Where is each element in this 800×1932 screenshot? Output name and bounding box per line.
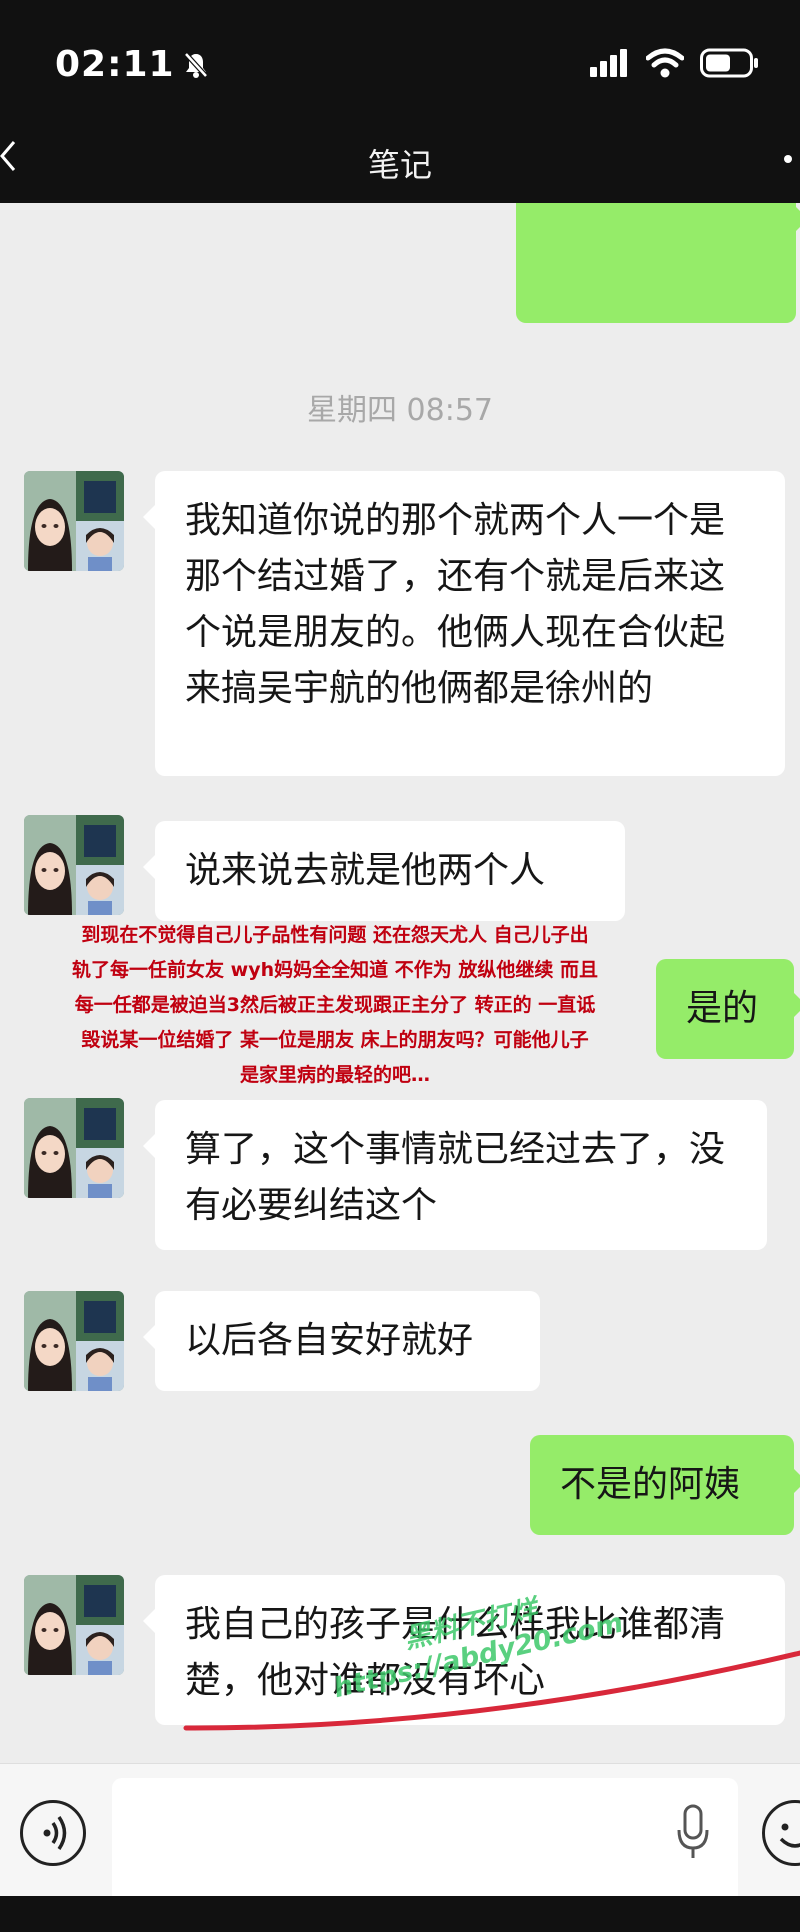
top-bar: 02:11 笔记 — [0, 0, 800, 203]
voice-icon[interactable] — [20, 1800, 86, 1866]
message-bubble[interactable]: 不是的阿姨 — [530, 1435, 800, 1535]
message-bubble[interactable]: 是的 — [656, 959, 800, 1059]
wifi-icon — [645, 48, 685, 82]
avatar[interactable] — [24, 471, 124, 571]
annotation-line: 到现在不觉得自己儿子品性有问题 还在怨天尤人 自己儿子出 — [81, 924, 589, 946]
page-title: 笔记 — [367, 146, 432, 184]
status-time: 02:11 — [55, 44, 209, 88]
message-text: 是的 — [686, 988, 759, 1029]
avatar[interactable] — [24, 815, 124, 915]
emoji-icon[interactable] — [762, 1800, 800, 1866]
message-text: 说来说去就是他两个人 — [185, 850, 546, 891]
message-bubble[interactable]: 算了，这个事情就已经过去了，没有必要纠结这个 — [143, 1100, 767, 1250]
message-text: 算了，这个事情就已经过去了，没有必要纠结这个 — [185, 1129, 726, 1226]
bell-slash-icon — [183, 47, 209, 88]
message-bubble-partial[interactable] — [516, 203, 800, 323]
chat-timestamp: 星期四 08:57 — [307, 393, 493, 428]
message-input[interactable] — [112, 1778, 738, 1904]
message-text: 我知道你说的那个就两个人一个是那个结过婚了，还有个就是后来这个说是朋友的。他俩人… — [185, 500, 726, 709]
message-bubble[interactable]: 说来说去就是他两个人 — [143, 821, 625, 921]
status-time-text: 02:11 — [55, 44, 175, 85]
signal-icon — [590, 49, 630, 81]
red-annotation: 到现在不觉得自己儿子品性有问题 还在怨天尤人 自己儿子出 轨了每一任前女友 wy… — [0, 918, 670, 1093]
avatar[interactable] — [24, 1291, 124, 1391]
message-bubble[interactable]: 我知道你说的那个就两个人一个是那个结过婚了，还有个就是后来这个说是朋友的。他俩人… — [143, 471, 785, 776]
annotation-line: 轨了每一任前女友 wyh妈妈全全知道 不作为 放纵他继续 而且 — [72, 959, 598, 981]
battery-icon — [700, 48, 760, 82]
message-text: 不是的阿姨 — [560, 1464, 741, 1505]
avatar[interactable] — [24, 1098, 124, 1198]
more-dot-icon[interactable] — [784, 155, 792, 163]
annotation-line: 是家里病的最轻的吧… — [239, 1064, 430, 1086]
microphone-icon[interactable] — [676, 1804, 710, 1862]
home-indicator-strip — [0, 1896, 800, 1932]
message-bubble[interactable]: 以后各自安好就好 — [143, 1291, 540, 1391]
status-icons — [590, 48, 760, 82]
annotation-line: 每一任都是被迫当3然后被正主发现跟正主分了 转正的 一直诋 — [74, 994, 596, 1016]
message-text: 以后各自安好就好 — [185, 1320, 474, 1361]
annotation-line: 毁说某一位结婚了 某一位是朋友 床上的朋友吗？可能他儿子 — [81, 1029, 589, 1051]
